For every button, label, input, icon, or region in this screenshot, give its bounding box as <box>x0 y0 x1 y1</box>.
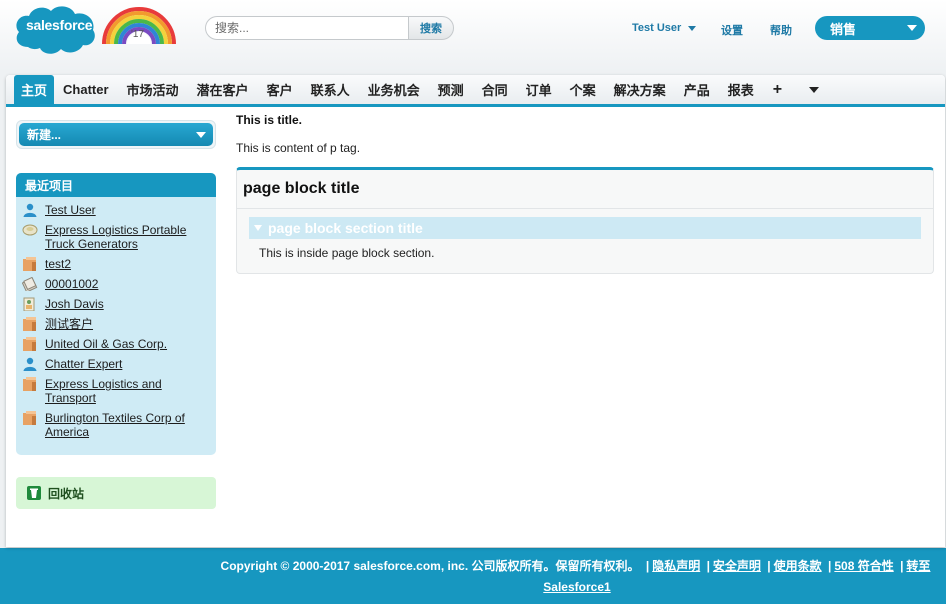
tab-opportunities[interactable]: 业务机会 <box>359 75 429 104</box>
account-icon <box>23 317 36 331</box>
tab-products[interactable]: 产品 <box>675 75 719 104</box>
account-icon <box>23 377 36 391</box>
list-item: Josh Davis <box>22 297 216 311</box>
chevron-down-icon <box>688 25 697 31</box>
tab-solutions[interactable]: 解决方案 <box>605 75 675 104</box>
tab-reports[interactable]: 报表 <box>719 75 763 104</box>
user-menu[interactable]: Test User <box>632 22 697 34</box>
recent-item-link[interactable]: 00001002 <box>45 277 98 291</box>
app-switcher[interactable]: 销售 <box>815 16 925 40</box>
tab-home[interactable]: 主页 <box>14 75 55 104</box>
settings-link[interactable]: 设置 <box>721 22 743 38</box>
tab-forecasts[interactable]: 预测 <box>429 75 473 104</box>
header: salesforce '17 搜索 Test User 设置 帮助 销售 <box>0 0 946 72</box>
chevron-down-icon <box>809 86 820 93</box>
user-icon <box>23 203 37 217</box>
tab-cases[interactable]: 个案 <box>561 75 605 104</box>
go-to-link[interactable]: 转至 <box>906 559 930 573</box>
tab-bar: 主页 Chatter 市场活动 潜在客户 客户 联系人 业务机会 预测 合同 订… <box>6 75 945 107</box>
create-new-button[interactable]: 新建... <box>19 123 213 146</box>
logo-text: salesforce <box>26 17 93 33</box>
section-body: This is inside page block section. <box>259 246 435 260</box>
list-item: United Oil & Gas Corp. <box>22 337 216 351</box>
help-link[interactable]: 帮助 <box>770 22 792 38</box>
copyright-text: Copyright © 2000-2017 salesforce.com, in… <box>220 559 640 573</box>
recycle-bin-icon <box>27 486 41 500</box>
recent-item-link[interactable]: Chatter Expert <box>45 357 122 371</box>
recycle-bin-link[interactable]: 回收站 <box>16 477 216 509</box>
salesforce1-link[interactable]: Salesforce1 <box>543 580 610 594</box>
tab-orders[interactable]: 订单 <box>517 75 561 104</box>
list-item: Burlington Textiles Corp of America <box>22 411 216 439</box>
plus-icon[interactable]: + <box>763 75 792 104</box>
page-block-title: page block title <box>237 170 933 209</box>
list-item: Test User <box>22 203 216 217</box>
recent-items-title: 最近项目 <box>16 173 216 197</box>
recent-item-link[interactable]: United Oil & Gas Corp. <box>45 337 167 351</box>
tab-contracts[interactable]: 合同 <box>473 75 517 104</box>
recent-item-link[interactable]: test2 <box>45 257 71 271</box>
page-block: page block title page block section titl… <box>236 167 934 274</box>
terms-link[interactable]: 使用条款 <box>774 559 822 573</box>
recent-items-panel: 最近项目 Test User Express Logistics Portabl… <box>16 173 216 455</box>
tab-leads[interactable]: 潜在客户 <box>188 75 258 104</box>
recent-item-link[interactable]: Burlington Textiles Corp of America <box>45 411 210 439</box>
tab-chatter[interactable]: Chatter <box>54 75 118 104</box>
more-tabs-button[interactable] <box>792 75 836 104</box>
search-button[interactable]: 搜索 <box>408 16 454 40</box>
case-icon <box>22 277 38 291</box>
page-paragraph: This is content of p tag. <box>236 141 361 155</box>
list-item: 00001002 <box>22 277 216 291</box>
security-link[interactable]: 安全声明 <box>713 559 761 573</box>
chevron-down-icon <box>907 25 917 31</box>
recent-item-link[interactable]: 测试客户 <box>45 317 93 331</box>
508-compliance-link[interactable]: 508 符合性 <box>834 559 893 573</box>
chevron-down-icon <box>196 131 206 138</box>
user-name: Test User <box>632 22 682 34</box>
footer: Copyright © 2000-2017 salesforce.com, in… <box>220 559 931 594</box>
recent-item-link[interactable]: Test User <box>45 203 96 217</box>
tab-contacts[interactable]: 联系人 <box>302 75 359 104</box>
recent-items-list: Test User Express Logistics Portable Tru… <box>16 197 216 439</box>
main-panel: 主页 Chatter 市场活动 潜在客户 客户 联系人 业务机会 预测 合同 订… <box>6 75 945 547</box>
privacy-link[interactable]: 隐私声明 <box>652 559 700 573</box>
account-icon <box>23 257 36 271</box>
page-block-section: page block section title This is inside … <box>249 217 921 260</box>
recycle-bin-label: 回收站 <box>48 486 85 501</box>
account-icon <box>23 337 36 351</box>
create-new-label: 新建... <box>27 128 62 142</box>
list-item: Chatter Expert <box>22 357 216 371</box>
opportunity-icon <box>22 224 38 236</box>
collapse-triangle-icon <box>254 225 262 231</box>
user-icon <box>23 357 37 371</box>
list-item: Express Logistics and Transport <box>22 377 216 405</box>
tab-accounts[interactable]: 客户 <box>258 75 302 104</box>
rainbow-badge-text: '17 <box>131 29 145 40</box>
main-content: This is title. This is content of p tag.… <box>236 113 934 274</box>
account-icon <box>23 411 36 425</box>
contact-icon <box>23 297 35 311</box>
recent-item-link[interactable]: Express Logistics and Transport <box>45 377 210 405</box>
tab-campaigns[interactable]: 市场活动 <box>118 75 188 104</box>
app-name: 销售 <box>830 21 857 37</box>
recent-item-link[interactable]: Express Logistics Portable Truck Generat… <box>45 223 210 251</box>
list-item: 测试客户 <box>22 317 216 331</box>
section-title: page block section title <box>268 220 423 236</box>
page-title: This is title. <box>236 113 303 127</box>
create-new-box: 新建... <box>16 120 216 149</box>
search-input[interactable] <box>205 16 408 40</box>
list-item: test2 <box>22 257 216 271</box>
section-header[interactable]: page block section title <box>249 217 921 239</box>
sidebar: 新建... 最近项目 Test User Express Logistics P… <box>16 120 216 509</box>
recent-item-link[interactable]: Josh Davis <box>45 297 104 311</box>
list-item: Express Logistics Portable Truck Generat… <box>22 223 216 251</box>
search-bar: 搜索 <box>205 16 454 40</box>
